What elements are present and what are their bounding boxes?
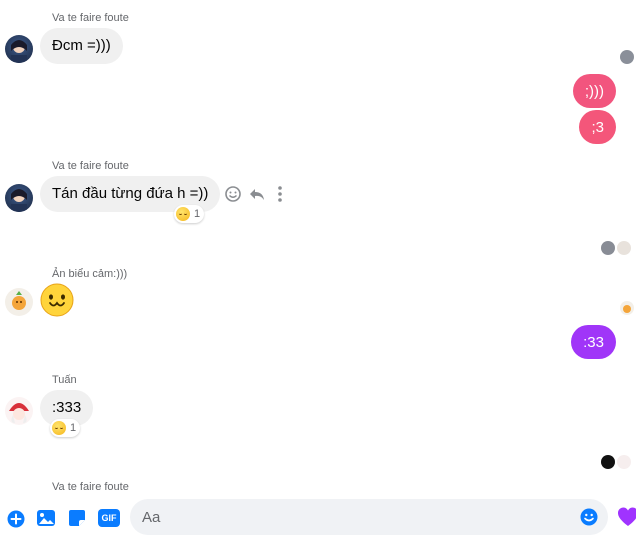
reaction-badge[interactable]: 1	[174, 205, 205, 223]
outgoing-message-bubble[interactable]: :33	[571, 325, 616, 359]
reaction-badge[interactable]: 1	[50, 419, 81, 437]
read-receipt-avatar	[601, 241, 615, 255]
gif-icon[interactable]: GIF	[98, 509, 120, 527]
relieved-face-icon	[52, 421, 66, 435]
avatar[interactable]	[5, 288, 33, 316]
avatar[interactable]	[5, 397, 33, 425]
sender-name: Ản biểu cảm:)))	[52, 268, 128, 280]
outgoing-message-bubble[interactable]: ;3	[579, 110, 616, 144]
read-receipt-avatar	[617, 455, 631, 469]
sticker-icon[interactable]	[68, 509, 86, 532]
sender-name: Va te faire foute	[52, 12, 129, 24]
sender-name: Va te faire foute	[52, 160, 129, 172]
reaction-count: 1	[194, 208, 201, 220]
avatar[interactable]	[5, 35, 33, 63]
reaction-count: 1	[70, 422, 77, 434]
more-icon[interactable]	[275, 185, 285, 208]
message-input-placeholder: Aa	[142, 509, 161, 526]
avatar[interactable]	[5, 184, 33, 212]
sender-name: Va te faire foute	[52, 481, 129, 493]
read-receipt-avatar	[601, 455, 615, 469]
relieved-face-icon	[176, 207, 190, 221]
read-receipt-avatar	[617, 241, 631, 255]
image-icon[interactable]	[36, 509, 56, 532]
read-receipt-avatar	[620, 301, 634, 315]
heart-icon[interactable]	[617, 506, 636, 533]
react-icon[interactable]	[224, 185, 242, 208]
message-bubble[interactable]: Đcm =)))	[40, 28, 123, 64]
reply-icon[interactable]	[248, 185, 266, 208]
composer-bar: GIF Aa	[0, 494, 636, 544]
read-receipt-avatar	[620, 50, 634, 64]
message-input[interactable]: Aa	[130, 499, 608, 535]
sticker-face-icon[interactable]	[40, 283, 74, 317]
emoji-icon[interactable]	[580, 508, 598, 531]
outgoing-message-bubble[interactable]: ;)))	[572, 74, 616, 108]
plus-icon[interactable]	[7, 510, 25, 533]
sender-name: Tuấn	[52, 374, 77, 386]
